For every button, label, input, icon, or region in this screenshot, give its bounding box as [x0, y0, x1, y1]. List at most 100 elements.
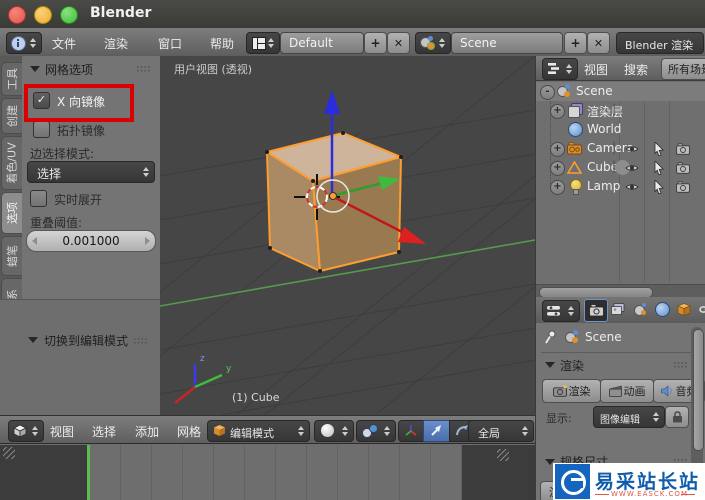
manipulator-translate-button[interactable]: [423, 420, 450, 442]
vscrollbar-thumb[interactable]: [692, 329, 704, 451]
outliner-row-scene[interactable]: - Scene: [536, 82, 705, 101]
toolshelf-tab-tools[interactable]: 工具: [1, 62, 22, 96]
mesh-options-panel-title[interactable]: 网格选项: [45, 61, 93, 78]
editor-type-3dview-button[interactable]: [8, 420, 44, 442]
timeline-resize-grip[interactable]: [3, 447, 15, 459]
overlap-threshold-field[interactable]: 0.001000: [26, 230, 156, 252]
panel-drag-dots[interactable]: [133, 337, 148, 345]
selectability-cursor-icon[interactable]: [652, 161, 665, 175]
render-restrict-camera-icon[interactable]: [676, 181, 690, 193]
render-still-button[interactable]: 渲染: [542, 379, 601, 403]
display-mode-value: 图像编辑: [600, 415, 640, 426]
viewport-menu-mesh[interactable]: 网格: [177, 423, 201, 440]
expand-icon[interactable]: +: [550, 142, 565, 157]
outliner-item-label[interactable]: World: [587, 122, 621, 136]
expand-icon[interactable]: +: [550, 161, 565, 176]
menu-render[interactable]: 渲染: [104, 35, 128, 52]
viewport-menu-select[interactable]: 选择: [92, 423, 116, 440]
mode-dropdown[interactable]: 编辑模式: [207, 420, 310, 442]
screen-layout-icon-button[interactable]: [246, 32, 280, 54]
live-unwrap-label[interactable]: 实时展开: [54, 191, 102, 208]
outliner-item-label[interactable]: Lamp: [587, 179, 620, 193]
scene-browse-button[interactable]: [415, 32, 451, 54]
properties-tab-scene[interactable]: [629, 299, 651, 320]
properties-tab-render-layers[interactable]: [607, 299, 629, 320]
editor-type-properties-button[interactable]: [542, 300, 580, 322]
viewport-menu-add[interactable]: 添加: [135, 423, 159, 440]
shading-dropdown[interactable]: [314, 420, 354, 442]
panel-drag-dots[interactable]: [136, 65, 151, 73]
menu-help[interactable]: 帮助: [210, 35, 234, 52]
menu-window[interactable]: 窗口: [158, 35, 182, 52]
delete-scene-button[interactable]: ✕: [587, 32, 610, 54]
selectability-cursor-icon[interactable]: [652, 142, 665, 156]
scene-name-field[interactable]: Scene: [451, 32, 563, 54]
visibility-eye-icon[interactable]: [625, 144, 639, 154]
outliner-menu-view[interactable]: 视图: [584, 61, 608, 78]
toolshelf-tab-options[interactable]: 选项: [1, 192, 22, 234]
outliner-item-label[interactable]: Scene: [576, 84, 613, 98]
manipulator-axis-button[interactable]: [398, 420, 424, 442]
panel-drag-dots[interactable]: [673, 361, 688, 369]
visibility-eye-icon[interactable]: [625, 182, 639, 192]
properties-tab-render[interactable]: [584, 299, 608, 322]
outliner-row-world[interactable]: World: [536, 120, 705, 139]
render-animation-button[interactable]: 动画: [600, 379, 654, 403]
panel-collapse-triangle[interactable]: [30, 66, 40, 72]
pin-icon[interactable]: [544, 330, 557, 345]
outliner-menu-search[interactable]: 搜索: [624, 61, 648, 78]
display-lock-button[interactable]: [665, 406, 689, 428]
outliner-row-cube[interactable]: + Cube |: [536, 158, 705, 177]
window-minimize-button[interactable]: [34, 6, 52, 24]
editor-type-info-button[interactable]: [6, 32, 42, 54]
toggle-edit-mode-panel-title[interactable]: 切换到编辑模式: [44, 332, 128, 349]
properties-tab-world[interactable]: [651, 299, 673, 320]
add-layout-button[interactable]: +: [364, 32, 387, 54]
timeline[interactable]: [0, 443, 535, 500]
outliner-row-camera[interactable]: + Camera |: [536, 139, 705, 158]
live-unwrap-checkbox[interactable]: [30, 190, 47, 207]
outliner-row-lamp[interactable]: + Lamp: [536, 177, 705, 196]
expand-icon[interactable]: +: [550, 104, 565, 119]
topo-mirror-checkbox[interactable]: [33, 121, 50, 138]
delete-layout-button[interactable]: ✕: [387, 32, 410, 54]
layout-name-field[interactable]: Default: [280, 32, 364, 54]
render-engine-dropdown[interactable]: Blender 渲染: [616, 32, 704, 54]
properties-tab-constraints[interactable]: [695, 299, 705, 320]
pivot-dropdown[interactable]: [356, 420, 396, 442]
render-restrict-camera-icon[interactable]: [676, 162, 690, 174]
window-maximize-button[interactable]: [60, 6, 78, 24]
cube-object[interactable]: [266, 132, 402, 272]
topo-mirror-label[interactable]: 拓扑镜像: [57, 122, 105, 139]
toolshelf-tab-create[interactable]: 创建: [1, 98, 22, 134]
outliner-display-filter-dropdown[interactable]: 所有场景: [661, 58, 705, 80]
menu-file[interactable]: 文件: [52, 35, 76, 52]
render-panel-title[interactable]: 渲染: [560, 357, 584, 374]
panel-collapse-triangle[interactable]: [28, 337, 38, 343]
add-scene-button[interactable]: +: [564, 32, 587, 54]
panel-collapse-triangle[interactable]: [545, 362, 555, 368]
window-close-button[interactable]: [8, 6, 26, 24]
viewport-menu-view[interactable]: 视图: [50, 423, 74, 440]
watermark: 易采站长站 WWW.EASCK.COM: [553, 463, 705, 500]
display-mode-dropdown[interactable]: 图像编辑: [593, 406, 665, 428]
selectability-cursor-icon[interactable]: [652, 180, 665, 194]
toolshelf-tab-grease-pencil[interactable]: 蜡笔: [1, 236, 22, 276]
outliner-item-label[interactable]: 渲染层: [587, 103, 623, 120]
edge-select-dropdown[interactable]: 选择: [27, 161, 155, 183]
visibility-eye-icon[interactable]: [625, 163, 639, 173]
timeline-resize-grip[interactable]: [497, 449, 509, 461]
editor-type-outliner-button[interactable]: [542, 58, 578, 80]
orientation-dropdown2[interactable]: 全局: [468, 420, 534, 442]
outliner-hscrollbar[interactable]: [536, 284, 705, 298]
outliner-row-renderlayers[interactable]: + 渲染层 |: [536, 101, 705, 120]
properties-vscrollbar[interactable]: [691, 327, 704, 472]
collapse-icon[interactable]: -: [540, 85, 555, 100]
render-restrict-camera-icon[interactable]: [676, 143, 690, 155]
toolshelf-tab-shading-uv[interactable]: 着色/UV: [1, 136, 22, 190]
viewport-3d[interactable]: 用户视图 (透视) z y (1) Cube: [160, 56, 535, 415]
expand-icon[interactable]: +: [550, 180, 565, 195]
properties-tab-object[interactable]: [673, 299, 695, 320]
timeline-playhead[interactable]: [87, 445, 90, 500]
viewport-canvas[interactable]: [160, 56, 535, 415]
